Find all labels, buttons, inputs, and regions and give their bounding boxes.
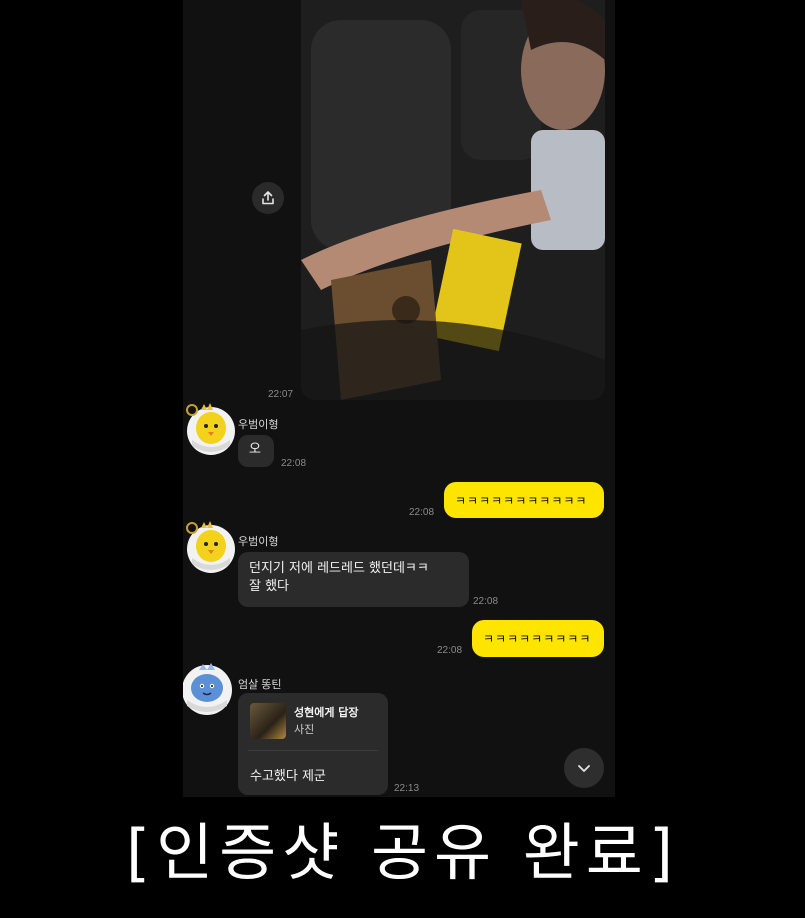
photo-scene bbox=[301, 0, 605, 400]
reply-message-bubble[interactable]: 성현에게 답장 사진 수고했다 제군 bbox=[238, 693, 388, 795]
message-text: ㅋㅋㅋㅋㅋㅋㅋㅋㅋ bbox=[483, 632, 592, 646]
message-text: ㅋㅋㅋㅋㅋㅋㅋㅋㅋㅋㅋ bbox=[455, 493, 588, 508]
message-text: 오 bbox=[249, 442, 261, 457]
sender-name: 우범이형 bbox=[238, 536, 279, 548]
message-time: 22:08 bbox=[437, 645, 463, 656]
fish-avatar-icon bbox=[183, 663, 232, 715]
reply-title: 성현에게 답장 bbox=[294, 706, 359, 719]
my-message-bubble[interactable]: ㅋㅋㅋㅋㅋㅋㅋㅋㅋㅋㅋ bbox=[444, 482, 604, 518]
message-time: 22:08 bbox=[473, 596, 499, 607]
photo-time: 22:07 bbox=[268, 389, 294, 400]
message-bubble[interactable]: 오 bbox=[238, 435, 274, 467]
sender-name: 엄살 똥틴 bbox=[238, 679, 282, 691]
caption-text: [인증샷 공유 완료] bbox=[125, 816, 680, 889]
message-text-line: 던지기 저에 레드레드 했던데ㅋㅋ bbox=[249, 561, 429, 576]
message-time: 22:08 bbox=[281, 458, 307, 469]
chick-avatar-icon bbox=[186, 521, 235, 573]
chick-avatar-icon bbox=[186, 403, 235, 455]
chat-screen: 22:07 우범이형 오 22:08 22:08 ㅋㅋㅋㅋㅋㅋㅋㅋㅋㅋㅋ 우범이… bbox=[183, 0, 615, 797]
sender-name: 우범이형 bbox=[238, 419, 279, 431]
share-icon bbox=[262, 191, 274, 205]
my-message-bubble[interactable]: ㅋㅋㅋㅋㅋㅋㅋㅋㅋ bbox=[472, 620, 604, 657]
message-text-line: 잘 했다 bbox=[249, 579, 290, 594]
message-time: 22:13 bbox=[394, 783, 420, 794]
message-bubble[interactable]: 던지기 저에 레드레드 했던데ㅋㅋ 잘 했다 bbox=[238, 552, 469, 607]
shared-photo[interactable] bbox=[301, 0, 605, 400]
reply-divider bbox=[248, 750, 378, 751]
message-text: 수고했다 제군 bbox=[250, 769, 326, 784]
reply-photo-thumbnail[interactable] bbox=[250, 703, 286, 739]
message-time: 22:08 bbox=[409, 507, 435, 518]
share-button[interactable] bbox=[252, 182, 284, 214]
avatar-woobeom[interactable] bbox=[184, 520, 238, 574]
chevron-down-icon bbox=[578, 765, 590, 772]
reply-subtitle: 사진 bbox=[294, 723, 315, 736]
scroll-down-button[interactable] bbox=[564, 748, 604, 788]
avatar-woobeom[interactable] bbox=[184, 402, 238, 456]
avatar-umsal[interactable] bbox=[183, 660, 235, 716]
